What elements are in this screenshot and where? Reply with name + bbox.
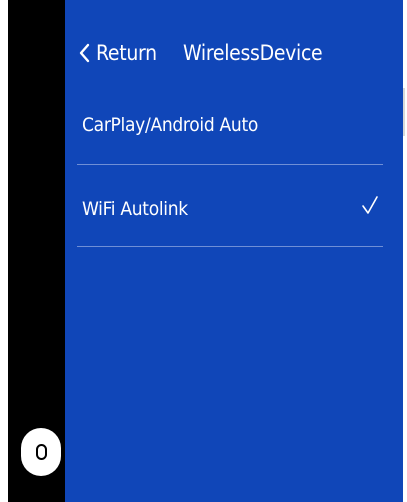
left-side-bar <box>8 0 65 502</box>
home-button[interactable] <box>21 428 61 476</box>
wireless-device-panel: Return WirelessDevice CarPlay/Android Au… <box>65 0 403 502</box>
checkmark-icon <box>362 196 378 214</box>
divider <box>77 246 383 247</box>
header-bar: Return WirelessDevice <box>65 36 403 72</box>
return-button[interactable]: Return <box>79 38 157 68</box>
right-edge <box>403 0 407 502</box>
home-button-icon <box>35 444 47 460</box>
scroll-indicator <box>403 88 405 136</box>
divider <box>77 164 383 165</box>
return-label: Return <box>96 41 157 65</box>
chevron-left-icon <box>79 43 90 63</box>
page-title: WirelessDevice <box>183 41 323 65</box>
head-unit-screen: Return WirelessDevice CarPlay/Android Au… <box>0 0 407 502</box>
list-item-carplay-android-auto[interactable]: CarPlay/Android Auto <box>77 86 383 168</box>
list-item-label: WiFi Autolink <box>82 198 188 220</box>
list-item-label: CarPlay/Android Auto <box>82 114 258 136</box>
list-item-wifi-autolink[interactable]: WiFi Autolink <box>77 170 383 252</box>
